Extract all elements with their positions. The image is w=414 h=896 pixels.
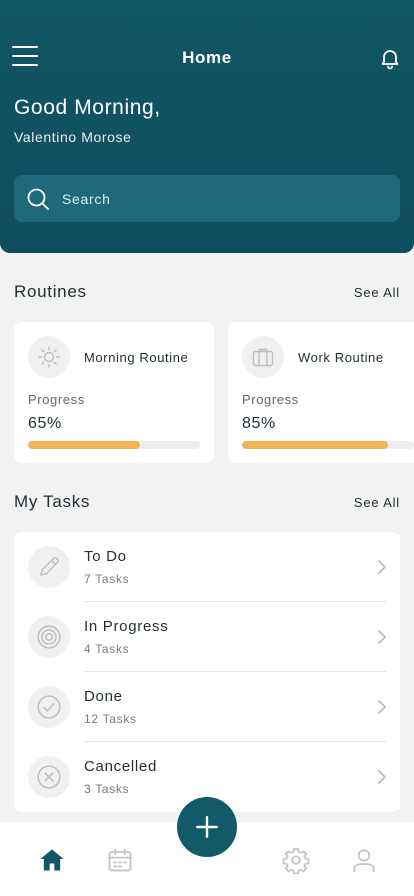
task-title: To Do [84,548,127,565]
progress-bar-fill [242,441,389,449]
search-bar[interactable] [14,175,400,222]
chevron-right-icon [378,700,387,714]
home-icon [40,849,64,871]
pencil-icon [40,557,59,576]
task-icon-wrap [28,756,70,798]
task-count: 7 Tasks [84,572,130,586]
nav-settings[interactable] [282,846,310,875]
add-task-button[interactable] [177,797,237,857]
user-icon [353,849,375,873]
nav-calendar[interactable] [106,846,134,874]
routine-progress-value: 65% [28,415,62,432]
routine-icon-wrap [242,336,284,378]
task-icon-wrap [28,686,70,728]
routine-icon-wrap [28,336,70,378]
notifications-button[interactable] [378,46,402,70]
tasks-header: My Tasks See All [14,492,400,512]
greeting-text: Good Morning, [14,96,161,119]
tasks-title: My Tasks [14,492,91,511]
header: Home Good Morning, Valentino Morose [0,0,414,253]
routine-name: Work Routine [298,350,384,365]
routines-see-all-link[interactable]: See All [354,285,400,300]
progress-bar-fill [28,441,140,449]
task-title: In Progress [84,618,169,635]
progress-bar-track [242,441,414,449]
x-circle-icon [37,765,61,789]
task-count: 3 Tasks [84,782,130,796]
routines-header: Routines See All [14,282,400,302]
routine-name: Morning Routine [84,350,189,365]
tasks-list: To Do 7 Tasks In Progress 4 Tasks Done 1… [14,532,400,812]
bell-icon [381,50,399,70]
user-name: Valentino Morose [14,129,132,145]
progress-bar-track [28,441,200,449]
chevron-right-icon [378,560,387,574]
nav-home[interactable] [38,846,66,874]
task-count: 12 Tasks [84,712,137,726]
routine-card-morning[interactable]: Morning Routine Progress 65% [14,322,214,463]
plus-icon [196,816,218,838]
page-title: Home [182,48,232,67]
task-row-done[interactable]: Done 12 Tasks [14,672,400,742]
tasks-see-all-link[interactable]: See All [354,495,400,510]
nav-profile[interactable] [350,846,378,874]
task-count: 4 Tasks [84,642,130,656]
routine-progress-value: 85% [242,415,276,432]
routines-title: Routines [14,282,87,301]
target-icon [37,625,61,649]
briefcase-icon [252,348,274,367]
routine-card-work[interactable]: Work Routine Progress 85% [228,322,414,463]
task-row-in-progress[interactable]: In Progress 4 Tasks [14,602,400,672]
check-circle-icon [37,695,61,719]
routine-progress-label: Progress [242,392,299,407]
task-icon-wrap [28,616,70,658]
sun-icon [38,346,60,368]
routine-progress-label: Progress [28,392,85,407]
chevron-right-icon [378,770,387,784]
task-row-todo[interactable]: To Do 7 Tasks [14,532,400,602]
chevron-right-icon [378,630,387,644]
task-title: Done [84,688,123,705]
task-title: Cancelled [84,758,158,775]
search-input[interactable] [62,190,362,207]
top-bar: Home [0,40,414,76]
task-icon-wrap [28,546,70,588]
calendar-icon [108,848,132,872]
gear-icon [282,848,310,875]
search-icon [27,188,49,210]
